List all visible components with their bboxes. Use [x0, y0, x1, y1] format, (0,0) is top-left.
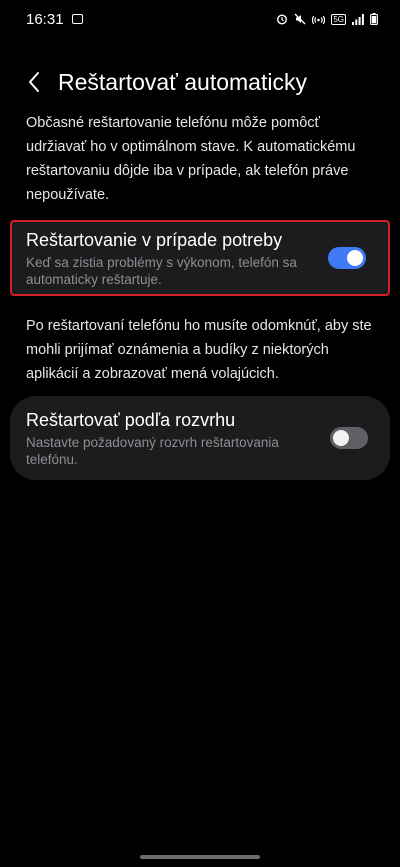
option-subtitle: Nastavte požadovaný rozvrh reštartovania… [26, 434, 279, 467]
signal-icon [352, 13, 364, 25]
description-top: Občasné reštartovanie telefónu môže pomô… [26, 115, 356, 203]
status-left: 16:31 [26, 11, 83, 28]
scheduled-restart-toggle[interactable] [330, 427, 368, 449]
page-title: Reštartovať automaticky [58, 68, 307, 95]
image-icon [71, 14, 83, 24]
option-text: Reštartovať podľa rozvrhu Nastavte požad… [26, 409, 330, 468]
description-mid: Po reštartovaní telefónu ho musíte odomk… [26, 318, 372, 382]
status-right: 5G [276, 13, 378, 25]
alarm-icon [277, 14, 288, 25]
status-bar: 16:31 5G [0, 0, 400, 38]
scheduled-restart-option[interactable]: Reštartovať podľa rozvrhu Nastavte požad… [10, 396, 390, 480]
toggle-knob [347, 250, 363, 266]
header: Reštartovať automaticky [0, 62, 400, 102]
mute-icon [294, 13, 306, 25]
option-title: Reštartovať podľa rozvrhu [26, 409, 236, 430]
option-title: Reštartovanie v prípade potreby [26, 229, 283, 250]
option-text: Reštartovanie v prípade potreby Keď sa z… [26, 229, 328, 288]
restart-when-needed-toggle[interactable] [328, 247, 366, 269]
navigation-handle[interactable] [140, 855, 260, 859]
battery-icon [370, 13, 378, 25]
network-badge: 5G [331, 13, 346, 25]
restart-when-needed-option[interactable]: Reštartovanie v prípade potreby Keď sa z… [10, 220, 390, 296]
toggle-knob [333, 430, 349, 446]
chevron-left-icon [29, 72, 39, 92]
option-subtitle: Keď sa zistia problémy s výkonom, telefó… [26, 254, 297, 287]
hotspot-icon [312, 15, 326, 25]
status-time: 16:31 [26, 10, 64, 28]
back-button[interactable] [14, 62, 54, 102]
